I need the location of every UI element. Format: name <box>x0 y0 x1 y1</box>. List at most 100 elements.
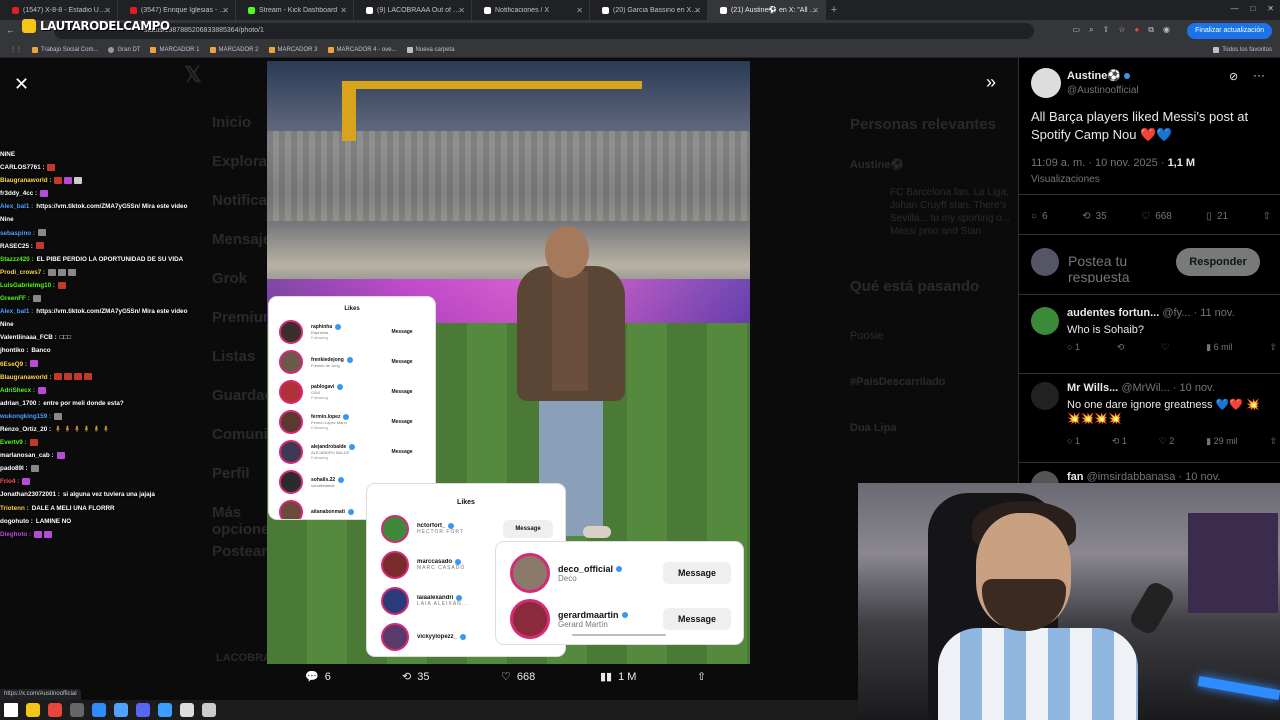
reply-handle[interactable]: @fy... <box>1162 307 1190 319</box>
like-action[interactable]: ♡ 668 <box>501 670 535 684</box>
bookmark-item[interactable]: MARCADOR 3 <box>268 46 318 53</box>
tab-close-icon[interactable]: ✕ <box>576 6 583 15</box>
view-count[interactable]: ▮ 29 mil <box>1206 436 1237 447</box>
browser-tab[interactable]: Stream - Kick Dashboard ✕ <box>236 0 354 20</box>
chat-username[interactable]: fr3ddy_4cc : <box>0 190 37 197</box>
reply-count[interactable]: ○ 1 <box>1067 342 1080 353</box>
bookmark-item[interactable]: Gran DT <box>108 46 140 53</box>
chat-username[interactable]: Dieghoto : <box>0 531 31 538</box>
chat-username[interactable]: marlanosan_cab : <box>0 452 54 459</box>
tab-close-icon[interactable]: ✕ <box>458 6 465 15</box>
grok-icon[interactable]: ⊘ <box>1229 70 1238 83</box>
chat-username[interactable]: Frio4 : <box>0 478 19 485</box>
chat-username[interactable]: wukongking159 : <box>0 413 51 420</box>
apps-icon[interactable]: ⋮⋮ <box>10 46 22 53</box>
share-action[interactable]: ⇧ <box>697 670 706 683</box>
like-row[interactable]: frenkiedejong Frenkie de Jong Message <box>269 349 435 375</box>
like-row[interactable]: fermin.lopez Fermín López Marín Following M… <box>269 409 435 435</box>
chat-username[interactable]: Triotenn : <box>0 505 29 512</box>
chat-username[interactable]: GreenFF : <box>0 295 30 302</box>
chat-username[interactable]: RASEC25 : <box>0 243 33 250</box>
tab-close-icon[interactable]: ✕ <box>812 6 819 15</box>
repost-action[interactable]: ⟲ 35 <box>402 670 429 684</box>
tab-close-icon[interactable]: ✕ <box>104 6 111 15</box>
taskbar-app-icon[interactable] <box>26 703 40 717</box>
chat-username[interactable]: pado89l : <box>0 465 28 472</box>
reply-button[interactable]: ○ 6 <box>1031 208 1048 224</box>
reply-item[interactable]: audentes fortun... @fy... · 11 nov. Who i… <box>1019 307 1280 387</box>
taskbar-app-icon[interactable] <box>48 703 62 717</box>
bookmark-item[interactable]: MARCADOR 2 <box>209 46 259 53</box>
repost-button[interactable]: ⟲ 35 <box>1082 208 1107 224</box>
zoom-icon[interactable]: ⌕ <box>1089 25 1093 35</box>
back-icon[interactable]: ← <box>6 25 15 35</box>
author-avatar[interactable] <box>1031 68 1061 98</box>
reply-author[interactable]: fan <box>1067 471 1084 483</box>
like-row[interactable]: hctorfort_ HECTOR FORT Message <box>367 512 565 546</box>
maximize-icon[interactable]: □ <box>1250 4 1255 13</box>
message-button[interactable]: Message <box>663 562 731 584</box>
chat-username[interactable]: Jonathan23072001 : <box>0 491 60 498</box>
minimize-icon[interactable]: — <box>1230 4 1238 13</box>
chat-username[interactable]: dogohuto : <box>0 518 33 525</box>
message-button[interactable]: Message <box>379 385 425 399</box>
chat-username[interactable]: Renzo_Ortiz_20 : <box>0 426 51 433</box>
browser-tab[interactable]: (21) Austine⚽ en X: "All Barç...✕ <box>708 0 826 20</box>
reply-avatar[interactable] <box>1031 307 1059 335</box>
chat-username[interactable]: Alex_bal1 : <box>0 308 33 315</box>
reply-action[interactable]: 💬 6 <box>305 670 331 684</box>
chat-username[interactable]: sebaspino : <box>0 230 35 237</box>
taskbar-app-icon[interactable] <box>114 703 128 717</box>
like-count[interactable]: ♡ 2 <box>1159 436 1175 447</box>
reply-input[interactable]: Postea tu respuesta <box>1068 253 1168 283</box>
start-menu-icon[interactable] <box>4 703 18 717</box>
cast-icon[interactable]: ▭ <box>1073 25 1081 35</box>
reply-item[interactable]: Mr Wills... @MrWil... · 10 nov. No one da… <box>1019 382 1280 463</box>
repost-count[interactable]: ⟲ <box>1117 342 1125 353</box>
taskbar-app-icon[interactable] <box>180 703 194 717</box>
expand-panel-button[interactable]: » <box>986 72 996 93</box>
close-viewer-button[interactable]: ✕ <box>14 74 29 95</box>
like-button[interactable]: ♡ 668 <box>1141 208 1172 224</box>
taskbar-app-icon[interactable] <box>136 703 150 717</box>
author-name[interactable]: Austine⚽ <box>1067 69 1131 82</box>
reply-author[interactable]: Mr Wills... <box>1067 382 1118 394</box>
reply-submit-button[interactable]: Responder <box>1176 248 1260 276</box>
reply-author[interactable]: audentes fortun... <box>1067 307 1159 319</box>
update-button[interactable]: Finalizar actualización <box>1187 23 1272 39</box>
message-button[interactable]: Message <box>379 445 425 459</box>
message-button[interactable]: Message <box>379 325 425 339</box>
browser-tab[interactable]: (9) LACOBRAAA Out of Conte...✕ <box>354 0 472 20</box>
chat-username[interactable]: Valentiinaaa_FCB : <box>0 334 57 341</box>
tab-close-icon[interactable]: ✕ <box>222 6 229 15</box>
profile-icon[interactable]: ◉ <box>1163 25 1170 35</box>
reply-handle[interactable]: @MrWil... <box>1121 382 1169 394</box>
chat-username[interactable]: Alex_bal1 : <box>0 203 33 210</box>
chat-username[interactable]: Stazzz420 : <box>0 256 34 263</box>
message-button[interactable]: Message <box>379 415 425 429</box>
like-row[interactable]: alejandrobalde ALEJANDRO BALDE Following Me… <box>269 439 435 465</box>
share-icon[interactable]: ⇧ <box>1269 342 1277 353</box>
extensions-icon[interactable]: ⧉ <box>1148 25 1154 35</box>
bookmark-item[interactable]: Trabajo Social Com... <box>32 46 98 53</box>
browser-tab[interactable]: (20) Garcia Bassino en X: "Cuan...✕ <box>590 0 708 20</box>
chat-username[interactable]: LuisGabrielmg10 : <box>0 282 55 289</box>
like-count[interactable]: ♡ <box>1161 342 1169 353</box>
chat-username[interactable]: adrian_1700 : <box>0 400 40 407</box>
browser-tab[interactable]: Notificaciones / X ✕ <box>472 0 590 20</box>
chat-username[interactable]: Prodi_crows7 : <box>0 269 45 276</box>
tab-close-icon[interactable]: ✕ <box>694 6 701 15</box>
message-button[interactable]: Message <box>503 520 553 538</box>
bookmark-item[interactable]: MARCADOR 1 <box>150 46 200 53</box>
views-action[interactable]: ▮▮ 1 M <box>600 670 636 684</box>
message-button[interactable]: Message <box>663 608 731 630</box>
chat-username[interactable]: Evertv9 : <box>0 439 27 446</box>
extension-icon[interactable]: ● <box>1134 25 1139 35</box>
chat-username[interactable]: 6EseQ9 : <box>0 361 27 368</box>
url-field[interactable]: status/1987885206833885364/photo/1 <box>54 23 1034 39</box>
like-row[interactable]: pablogavi GAVI Following Message <box>269 379 435 405</box>
chat-username[interactable]: CARLOS7761 : <box>0 164 44 171</box>
reply-handle[interactable]: @imsirdabbanasa <box>1087 471 1176 483</box>
like-row[interactable]: raphinha Raphinha Following Message <box>269 319 435 345</box>
tab-close-icon[interactable]: ✕ <box>340 6 347 15</box>
